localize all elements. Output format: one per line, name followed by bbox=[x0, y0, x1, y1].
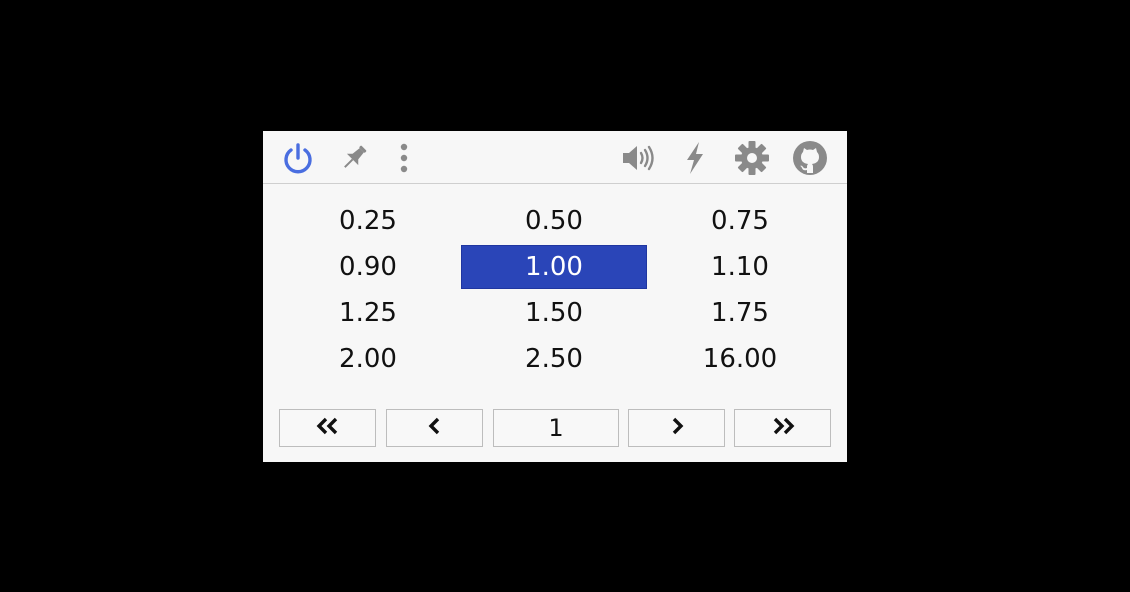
speed-option[interactable]: 1.75 bbox=[647, 291, 833, 335]
last-page-button[interactable] bbox=[734, 409, 831, 447]
speed-option[interactable]: 0.50 bbox=[461, 199, 647, 243]
speed-option-selected[interactable]: 1.00 bbox=[461, 245, 647, 289]
pin-icon[interactable] bbox=[335, 139, 373, 177]
volume-icon[interactable] bbox=[619, 139, 657, 177]
speed-option[interactable]: 0.90 bbox=[275, 245, 461, 289]
more-vertical-icon[interactable] bbox=[385, 139, 423, 177]
chevron-right-icon bbox=[669, 417, 685, 439]
first-page-button[interactable] bbox=[279, 409, 376, 447]
github-icon[interactable] bbox=[791, 139, 829, 177]
speed-option[interactable]: 2.00 bbox=[275, 337, 461, 381]
page-number-button[interactable]: 1 bbox=[493, 409, 619, 447]
toolbar bbox=[263, 131, 847, 184]
speed-option[interactable]: 1.50 bbox=[461, 291, 647, 335]
speed-option[interactable]: 0.25 bbox=[275, 199, 461, 243]
lightning-icon[interactable] bbox=[676, 139, 714, 177]
speed-option[interactable]: 16.00 bbox=[647, 337, 833, 381]
speed-option[interactable]: 2.50 bbox=[461, 337, 647, 381]
double-chevron-right-icon bbox=[770, 417, 796, 439]
speed-grid: 0.25 0.50 0.75 0.90 1.00 1.10 1.25 1.50 1.75 2.00… bbox=[275, 199, 835, 381]
speed-option[interactable]: 1.10 bbox=[647, 245, 833, 289]
next-page-button[interactable] bbox=[628, 409, 725, 447]
speed-option[interactable]: 0.75 bbox=[647, 199, 833, 243]
prev-page-button[interactable] bbox=[386, 409, 483, 447]
chevron-left-icon bbox=[427, 417, 443, 439]
speed-option[interactable]: 1.25 bbox=[275, 291, 461, 335]
power-icon[interactable] bbox=[279, 139, 317, 177]
gear-icon[interactable] bbox=[733, 139, 771, 177]
page-number: 1 bbox=[548, 414, 564, 442]
speed-popup: 0.25 0.50 0.75 0.90 1.00 1.10 1.25 1.50 1.75 2.00… bbox=[263, 131, 847, 462]
double-chevron-left-icon bbox=[315, 417, 341, 439]
pager: 1 bbox=[279, 409, 831, 447]
